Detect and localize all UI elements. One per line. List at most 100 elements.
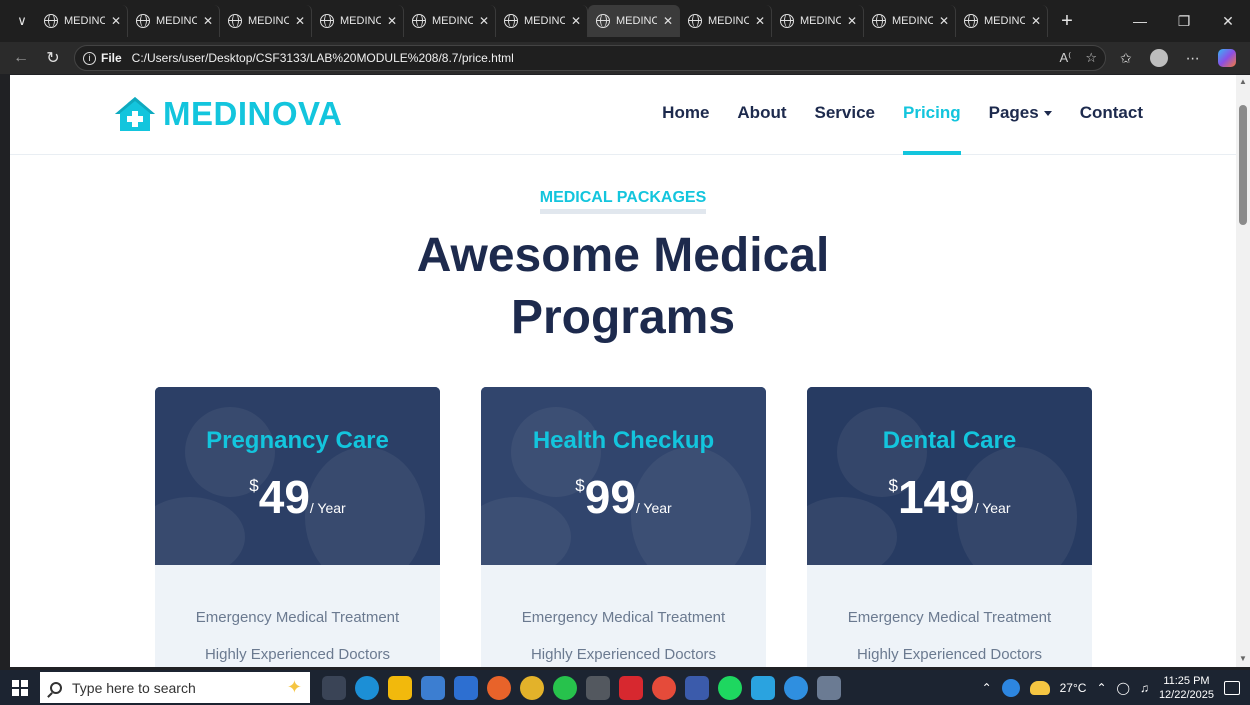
nav-link-service[interactable]: Service [815, 103, 876, 155]
spotify-icon[interactable] [718, 675, 742, 700]
address-bar[interactable]: i File C:/Users/user/Desktop/CSF3133/LAB… [74, 45, 1106, 71]
browser-tab[interactable]: MEDINOVA ✕ [36, 5, 128, 37]
nav-link-pricing[interactable]: Pricing [903, 103, 961, 155]
browser-tab[interactable]: MEDINOVA ✕ [496, 5, 588, 37]
browser-tab[interactable]: MEDINOVA ✕ [772, 5, 864, 37]
house-medical-icon [115, 97, 155, 131]
nav-link-label: Home [662, 103, 710, 122]
close-tab-icon[interactable]: ✕ [755, 14, 765, 28]
profile-avatar-icon[interactable] [1149, 49, 1168, 67]
copilot-icon[interactable] [1217, 49, 1236, 67]
page-scrollbar[interactable]: ▲ ▼ [1236, 75, 1250, 667]
close-tab-icon[interactable]: ✕ [1031, 14, 1041, 28]
weather-temp[interactable]: 27°C [1060, 681, 1087, 695]
close-tab-icon[interactable]: ✕ [939, 14, 949, 28]
file-explorer-icon[interactable] [388, 675, 412, 700]
taskbar-search-box[interactable]: Type here to search ✦ [40, 672, 310, 703]
start-button[interactable] [0, 670, 40, 705]
page-viewport: MEDINOVA Home About Service Pricing Pages Con… [10, 75, 1236, 667]
tab-title: MEDINOVA [524, 15, 565, 27]
globe-icon [596, 14, 610, 28]
pricing-card-header: Pregnancy Care $49/ Year [155, 387, 440, 565]
browser-tab[interactable]: MEDINOVA ✕ [404, 5, 496, 37]
feature-item: Emergency Medical Treatment [521, 609, 726, 626]
close-tab-icon[interactable]: ✕ [847, 14, 857, 28]
close-tab-icon[interactable]: ✕ [663, 14, 673, 28]
favorites-icon[interactable]: ✩ [1120, 50, 1132, 67]
restore-icon[interactable]: ❐ [1162, 0, 1206, 42]
windows-taskbar: Type here to search ✦ ⌃ 27°C ⌃ ◯ ♫ 11:25… [0, 670, 1250, 705]
nav-link-pages[interactable]: Pages [989, 103, 1052, 155]
globe-icon [320, 14, 334, 28]
close-tab-icon[interactable]: ✕ [387, 14, 397, 28]
pricing-card-body: Emergency Medical Treatment Highly Experi… [807, 565, 1092, 667]
close-tab-icon[interactable]: ✕ [295, 14, 305, 28]
tray-overflow-chevron-icon[interactable]: ⌃ [982, 681, 992, 695]
site-navbar: MEDINOVA Home About Service Pricing Pages Con… [10, 75, 1236, 155]
browser-tab[interactable]: MEDINOVA ✕ [864, 5, 956, 37]
feature-item: Emergency Medical Treatment [847, 609, 1052, 626]
chrome-icon[interactable] [520, 675, 544, 700]
url-text[interactable]: C:/Users/user/Desktop/CSF3133/LAB%20MODU… [132, 51, 514, 65]
browser-toolbar: ← ↻ i File C:/Users/user/Desktop/CSF3133… [0, 42, 1250, 74]
plan-name: Dental Care [882, 427, 1017, 454]
scroll-up-arrow-icon[interactable]: ▲ [1239, 77, 1247, 86]
edge-icon[interactable] [355, 675, 379, 700]
scroll-down-arrow-icon[interactable]: ▼ [1239, 654, 1247, 663]
store-icon[interactable] [421, 675, 445, 700]
close-window-icon[interactable]: ✕ [1206, 0, 1250, 42]
help-icon[interactable] [1001, 678, 1020, 697]
whatsapp-icon[interactable] [553, 675, 577, 700]
wps-icon[interactable] [619, 675, 643, 700]
globe-icon [872, 14, 886, 28]
scrollbar-thumb[interactable] [1239, 105, 1247, 225]
browser-tab[interactable]: MEDINOVA ✕ [312, 5, 404, 37]
weather-icon[interactable] [1029, 680, 1050, 695]
back-arrow-icon[interactable]: ← [8, 45, 34, 71]
pricing-card-body: Emergency Medical Treatment Highly Experi… [155, 565, 440, 667]
notes-icon[interactable] [817, 675, 841, 700]
tab-actions-chevron-icon[interactable]: ∨ [8, 7, 36, 35]
tray-expand-icon[interactable]: ⌃ [1096, 681, 1106, 695]
browser-tab[interactable]: MEDINOVA ✕ [220, 5, 312, 37]
nav-link-home[interactable]: Home [662, 103, 709, 155]
read-aloud-icon[interactable]: A⁽ [1059, 50, 1071, 66]
app-icon[interactable] [586, 675, 610, 700]
network-icon[interactable]: ◯ [1117, 681, 1130, 695]
favorite-star-icon[interactable]: ☆ [1085, 50, 1097, 66]
plan-name: Health Checkup [532, 427, 715, 454]
browser-tab[interactable]: MEDINOVA ✕ [956, 5, 1048, 37]
reload-icon[interactable]: ↻ [40, 45, 66, 71]
main-menu: Home About Service Pricing Pages Contact [662, 103, 1143, 155]
close-tab-icon[interactable]: ✕ [203, 14, 213, 28]
browser-tab[interactable]: MEDINOVA ✕ [588, 5, 680, 37]
more-menu-icon[interactable]: ⋯ [1186, 50, 1200, 67]
firefox-icon[interactable] [487, 675, 511, 700]
close-tab-icon[interactable]: ✕ [479, 14, 489, 28]
task-view-icon[interactable] [322, 675, 346, 700]
browser-tab[interactable]: MEDINOVA ✕ [128, 5, 220, 37]
close-tab-icon[interactable]: ✕ [571, 14, 581, 28]
price-period: / Year [974, 500, 1011, 516]
plan-price: $49/ Year [155, 470, 440, 524]
window-controls: — ❐ ✕ [1118, 0, 1250, 42]
nav-link-about[interactable]: About [737, 103, 786, 155]
vscode-icon[interactable] [685, 675, 709, 700]
browser-tab[interactable]: MEDINOVA ✕ [680, 5, 772, 37]
edge-beta-icon[interactable] [784, 675, 808, 700]
clock[interactable]: 11:25 PM 12/22/2025 [1159, 674, 1214, 702]
chrome-canary-icon[interactable] [652, 675, 676, 700]
notifications-icon[interactable] [1224, 680, 1240, 695]
mail-icon[interactable] [454, 675, 478, 700]
nav-link-contact[interactable]: Contact [1080, 103, 1143, 155]
new-tab-button[interactable]: + [1052, 6, 1082, 36]
plan-name: Pregnancy Care [206, 427, 389, 454]
volume-icon[interactable]: ♫ [1140, 681, 1149, 695]
close-tab-icon[interactable]: ✕ [111, 14, 121, 28]
price-amount: 49 [258, 471, 310, 523]
minimize-icon[interactable]: — [1118, 0, 1162, 42]
site-logo[interactable]: MEDINOVA [113, 95, 342, 133]
telegram-icon[interactable] [751, 675, 775, 700]
info-icon[interactable]: i [83, 51, 96, 65]
feature-item: Highly Experienced Doctors [204, 646, 391, 663]
